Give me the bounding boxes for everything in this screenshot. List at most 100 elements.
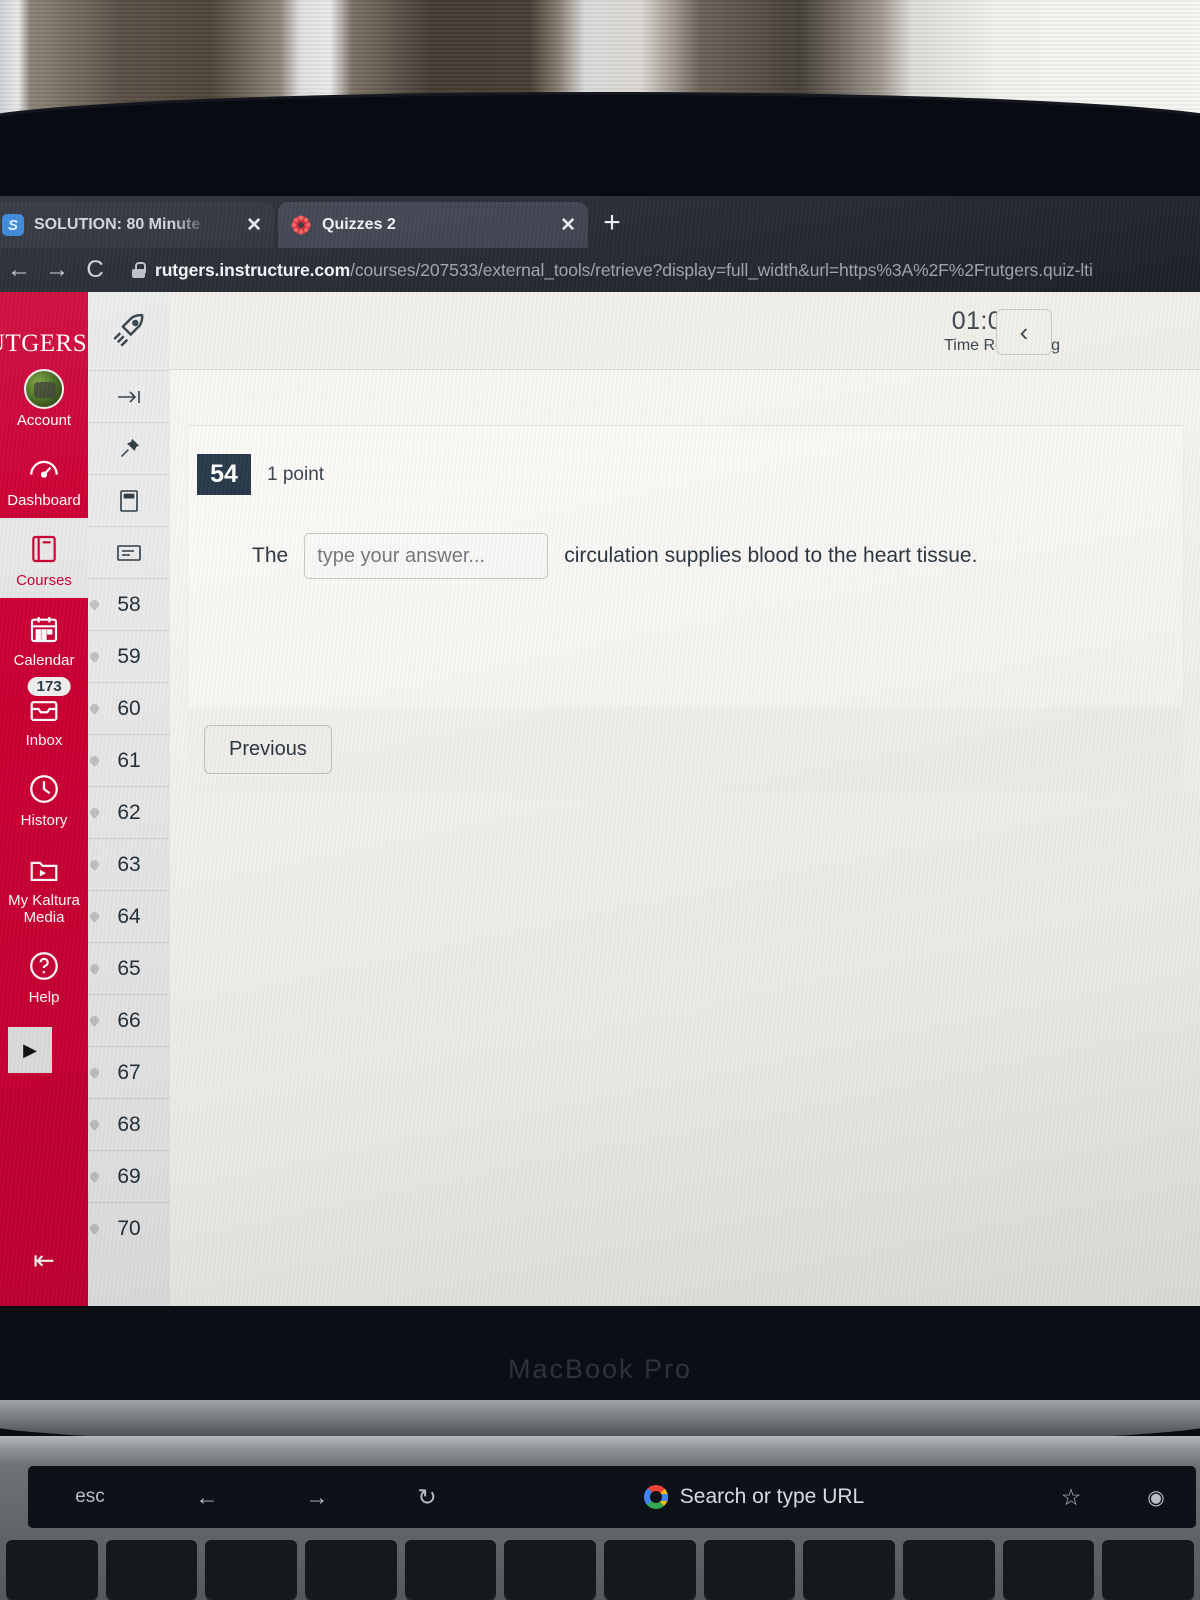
sidebar-item-label: Courses xyxy=(16,572,72,589)
touchbar-reload-icon[interactable]: ↻ xyxy=(372,1484,482,1511)
keyboard-key[interactable] xyxy=(504,1540,597,1600)
touchbar-power-icon[interactable]: ◉ xyxy=(1116,1485,1196,1510)
rail-question-62[interactable]: 62 xyxy=(88,786,170,838)
question-marker-icon xyxy=(88,1014,101,1027)
speedometer-icon xyxy=(4,449,84,489)
keyboard-key[interactable] xyxy=(205,1540,298,1600)
rail-tool-pin[interactable] xyxy=(88,422,170,474)
keyboard-key[interactable] xyxy=(404,1540,497,1600)
rail-tool-text-list[interactable] xyxy=(88,526,170,578)
sidebar-item-courses[interactable]: Courses xyxy=(0,518,88,598)
close-icon[interactable]: ✕ xyxy=(238,216,262,235)
canvas-page: UTGERS Account Dashboard xyxy=(0,292,1200,1306)
rail-question-61[interactable]: 61 xyxy=(88,734,170,786)
close-icon[interactable]: ✕ xyxy=(552,216,576,235)
question-marker-icon xyxy=(88,1170,101,1183)
keyboard-key[interactable] xyxy=(703,1540,796,1600)
rail-question-number: 62 xyxy=(117,800,141,824)
inbox-icon: 173 xyxy=(4,677,84,729)
question-header: 54 1 point xyxy=(188,426,1183,495)
keyboard-key[interactable] xyxy=(903,1540,995,1600)
keyboard-key[interactable] xyxy=(6,1540,98,1600)
sidebar-item-account[interactable]: Account xyxy=(0,358,88,438)
sidebar-item-help[interactable]: Help xyxy=(0,935,88,1015)
sidebar-item-label: Inbox xyxy=(25,732,63,749)
rail-tool-arrow-to-end[interactable] xyxy=(88,370,170,422)
rail-question-59[interactable]: 59 xyxy=(88,630,170,682)
question-points: 1 point xyxy=(267,463,325,485)
forward-icon[interactable]: → xyxy=(38,256,76,284)
url-text: rutgers.instructure.com/courses/207533/e… xyxy=(155,260,1093,281)
rail-question-69[interactable]: 69 xyxy=(88,1150,170,1202)
omnibox-row: ← → C rutgers.instructure.com/courses/20… xyxy=(0,248,1200,292)
book-icon xyxy=(4,529,84,569)
rail-question-number: 59 xyxy=(117,644,141,668)
rail-tool-note-card[interactable] xyxy=(88,474,170,526)
rail-question-65[interactable]: 65 xyxy=(88,942,170,994)
rail-question-number: 63 xyxy=(117,852,141,876)
touchbar-search-field[interactable]: Search or type URL xyxy=(482,1485,1026,1509)
collapse-nav-icon[interactable]: ⇤ xyxy=(0,1245,88,1276)
rail-question-63[interactable]: 63 xyxy=(88,838,170,890)
touchbar-back-icon[interactable]: ← xyxy=(152,1484,262,1511)
previous-button[interactable]: Previous xyxy=(204,725,332,774)
rail-question-66[interactable]: 66 xyxy=(88,994,170,1046)
rail-question-67[interactable]: 67 xyxy=(88,1046,170,1098)
chevron-left-icon[interactable]: ‹ xyxy=(996,309,1052,355)
browser-tab-quizzes2[interactable]: Quizzes 2 ✕ xyxy=(278,202,588,248)
touchbar-star-icon[interactable]: ☆ xyxy=(1026,1484,1116,1511)
question-marker-icon xyxy=(88,962,101,975)
sidebar-item-history[interactable]: History xyxy=(0,758,88,838)
question-marker-icon xyxy=(88,1118,101,1131)
browser-chrome: S SOLUTION: 80 Minute Timed P ✕ xyxy=(0,196,1200,292)
question-marker-icon xyxy=(88,650,101,663)
macbook-pro-label: MacBook Pro xyxy=(507,1354,693,1384)
quiz-question-number-list: 58 59 60 61 62 63 64 65 66 67 68 69 70 xyxy=(88,578,170,1254)
new-tab-button[interactable]: + xyxy=(595,208,629,242)
keyboard-key[interactable] xyxy=(1102,1540,1195,1600)
rail-question-68[interactable]: 68 xyxy=(88,1098,170,1150)
keyboard-key[interactable] xyxy=(604,1540,696,1600)
keyboard-key[interactable] xyxy=(305,1540,397,1600)
question-marker-icon xyxy=(88,754,101,767)
question-marker-icon xyxy=(88,702,101,715)
back-icon[interactable]: ← xyxy=(0,256,38,284)
rail-question-58[interactable]: 58 xyxy=(88,578,170,630)
reload-icon[interactable]: C xyxy=(76,256,114,284)
touchbar-esc-key[interactable]: esc xyxy=(28,1486,152,1508)
sidebar-item-label: My Kaltura Media xyxy=(8,892,80,926)
address-bar[interactable]: rutgers.instructure.com/courses/207533/e… xyxy=(132,260,1200,281)
keyboard-key[interactable] xyxy=(105,1540,198,1600)
keyboard-key[interactable] xyxy=(803,1540,896,1600)
sidebar-item-inbox[interactable]: 173 Inbox xyxy=(0,677,88,758)
keyboard-row xyxy=(0,1540,1200,1600)
rail-question-70[interactable]: 70 xyxy=(88,1202,170,1254)
sidebar-item-dashboard[interactable]: Dashboard xyxy=(0,438,88,518)
sidebar-item-label: Dashboard xyxy=(7,492,81,509)
rail-question-number: 58 xyxy=(117,592,141,616)
answer-input[interactable] xyxy=(304,533,549,579)
sidebar-item-label: Calendar xyxy=(13,652,75,669)
question-marker-icon xyxy=(88,598,101,611)
touchbar-forward-icon[interactable]: → xyxy=(262,1484,372,1511)
rail-question-number: 61 xyxy=(117,748,141,772)
rail-question-60[interactable]: 60 xyxy=(88,682,170,734)
sidebar-item-label: History xyxy=(20,812,68,829)
rail-question-number: 60 xyxy=(117,696,141,720)
rocket-icon[interactable] xyxy=(88,292,170,370)
keyboard-key[interactable] xyxy=(1002,1540,1095,1600)
clock-icon xyxy=(4,769,84,809)
sidebar-item-calendar[interactable]: Calendar xyxy=(0,598,88,678)
tab-title: SOLUTION: 80 Minute Timed P xyxy=(34,216,209,233)
quiz-footer: Previous xyxy=(188,707,1183,793)
browser-tab-studypool[interactable]: S SOLUTION: 80 Minute Timed P ✕ xyxy=(0,202,274,248)
rail-question-number: 67 xyxy=(117,1060,141,1084)
rail-question-number: 68 xyxy=(117,1112,141,1136)
media-folder-icon xyxy=(4,849,84,889)
rutgers-logo[interactable]: UTGERS xyxy=(0,304,88,358)
sidebar-item-label: Account xyxy=(16,412,72,429)
sidebar-item-my-kaltura-media[interactable]: My Kaltura Media xyxy=(0,838,88,935)
rail-question-64[interactable]: 64 xyxy=(88,890,170,942)
rail-question-number: 70 xyxy=(117,1216,141,1240)
expand-nav-button[interactable]: ▶ xyxy=(8,1027,52,1073)
